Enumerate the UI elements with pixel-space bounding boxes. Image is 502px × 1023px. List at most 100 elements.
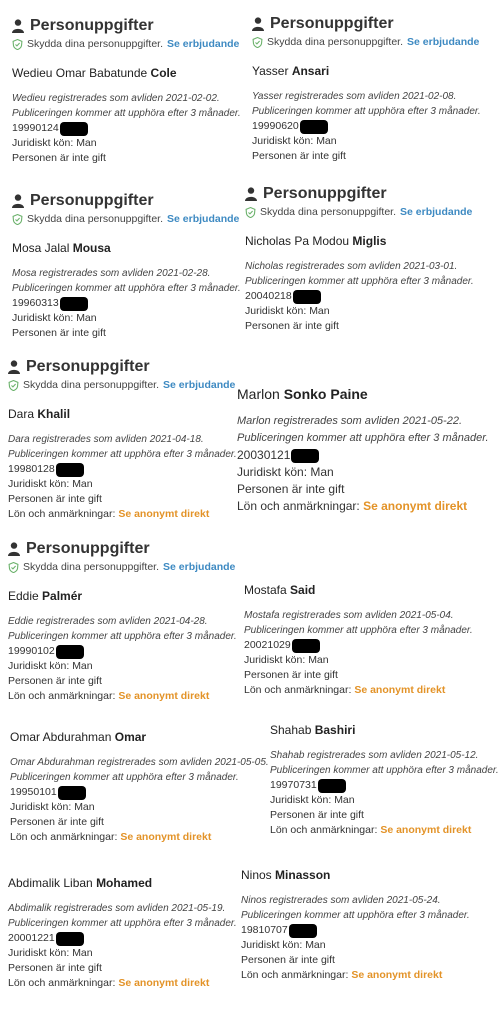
salary-link[interactable]: Se anonymt direkt: [118, 690, 209, 702]
first-names: Omar Abdurahman: [10, 730, 112, 744]
first-names: Mosa Jalal: [12, 241, 70, 255]
section-header: Personuppgifter: [252, 16, 481, 32]
person-card: Personuppgifter Skydda dina personuppgif…: [245, 186, 474, 334]
redaction-block: [55, 644, 84, 659]
publishing-text: Publiceringen kommer att upphöra efter 3…: [8, 449, 237, 460]
salary-label: Lön och anmärkningar:: [270, 824, 378, 836]
person-name: Shahab Bashiri: [270, 723, 499, 738]
deceased-text: Yasser registrerades som avliden 2021-02…: [252, 91, 457, 102]
section-header: Personuppgifter: [245, 186, 474, 202]
marital-status: Personen är inte gift: [12, 152, 106, 164]
first-names: Wedieu Omar Babatunde: [12, 66, 148, 80]
personal-number: 20001221: [8, 931, 237, 946]
deceased-text: Ninos registrerades som avliden 2021-05-…: [241, 895, 441, 906]
person-name: Yasser Ansari: [252, 64, 481, 79]
salary-link[interactable]: Se anonymt direkt: [363, 499, 467, 513]
personal-number-date: 20040218: [245, 290, 292, 302]
redaction-block: [299, 119, 328, 134]
personal-number-date: 19960313: [12, 297, 59, 309]
shield-icon: [12, 214, 23, 225]
publishing-text: Publiceringen kommer att upphöra efter 3…: [237, 432, 489, 444]
offer-link[interactable]: Se erbjudande: [163, 560, 235, 575]
person-name: Omar Abdurahman Omar: [10, 730, 269, 745]
section-header: Personuppgifter: [12, 192, 241, 209]
person-card: Personuppgifter Skydda dina personuppgif…: [8, 541, 237, 704]
person-name: Marlon Sonko Paine: [237, 386, 489, 403]
publishing-text: Publiceringen kommer att upphöra efter 3…: [12, 108, 241, 119]
redaction-block: [291, 638, 320, 653]
salary-link[interactable]: Se anonymt direkt: [351, 969, 442, 981]
personal-number-date: 19810707: [241, 924, 288, 936]
person-name: Mostafa Said: [244, 583, 473, 598]
first-names: Abdimalik Liban: [8, 876, 93, 890]
protect-text: Skydda dina personuppgifter.: [23, 379, 160, 391]
publishing-text: Publiceringen kommer att upphöra efter 3…: [245, 276, 474, 287]
section-title: Personuppgifter: [30, 192, 154, 209]
first-names: Ninos: [241, 868, 272, 882]
protect-text: Skydda dina personuppgifter.: [27, 38, 164, 50]
gender-text: Juridiskt kön: Man: [270, 794, 355, 806]
protect-text: Skydda dina personuppgifter.: [23, 561, 160, 573]
last-name: Mohamed: [96, 876, 153, 890]
person-name: Mosa Jalal Mousa: [12, 241, 241, 256]
personal-number-date: 20001221: [8, 932, 55, 944]
salary-link[interactable]: Se anonymt direkt: [354, 684, 445, 696]
protect-banner: Skydda dina personuppgifter. Se erbjudan…: [8, 560, 237, 575]
last-name: Ansari: [291, 64, 330, 78]
publishing-text: Publiceringen kommer att upphöra efter 3…: [10, 772, 239, 783]
deceased-text: Nicholas registrerades som avliden 2021-…: [245, 261, 458, 272]
marital-status: Personen är inte gift: [270, 809, 364, 821]
gender-text: Juridiskt kön: Man: [244, 654, 329, 666]
section-title: Personuppgifter: [26, 540, 150, 557]
person-icon: [8, 541, 20, 556]
last-name: Khalil: [37, 407, 71, 421]
redaction-block: [55, 931, 84, 946]
redaction-block: [59, 121, 88, 136]
shield-icon: [245, 207, 256, 218]
marital-status: Personen är inte gift: [8, 675, 102, 687]
personal-number: 19990124: [12, 121, 241, 136]
last-name: Miglis: [352, 234, 387, 248]
offer-link[interactable]: Se erbjudande: [167, 37, 239, 52]
gender-text: Juridiskt kön: Man: [12, 312, 97, 324]
last-name: Mousa: [72, 241, 111, 255]
personal-number: 19990620: [252, 119, 481, 134]
personal-number: 19970731: [270, 778, 499, 793]
salary-link[interactable]: Se anonymt direkt: [118, 977, 209, 989]
salary-link[interactable]: Se anonymt direkt: [120, 831, 211, 843]
personal-number-date: 20030121: [237, 448, 291, 462]
marital-status: Personen är inte gift: [10, 816, 104, 828]
person-icon: [12, 18, 24, 33]
offer-link[interactable]: Se erbjudande: [400, 205, 472, 220]
person-name: Ninos Minasson: [241, 868, 470, 883]
personal-number: 20040218: [245, 289, 474, 304]
personal-number: 19950101: [10, 785, 269, 800]
deceased-text: Shahab registrerades som avliden 2021-05…: [270, 750, 479, 761]
section-header: Personuppgifter: [8, 540, 237, 557]
protect-banner: Skydda dina personuppgifter. Se erbjudan…: [12, 212, 241, 227]
first-names: Shahab: [270, 723, 312, 737]
gender-text: Juridiskt kön: Man: [10, 801, 95, 813]
salary-label: Lön och anmärkningar:: [237, 499, 360, 513]
offer-link[interactable]: Se erbjudande: [163, 378, 235, 393]
last-name: Omar: [114, 730, 147, 744]
marital-status: Personen är inte gift: [244, 669, 338, 681]
offer-link[interactable]: Se erbjudande: [167, 212, 239, 227]
person-name: Wedieu Omar Babatunde Cole: [12, 66, 241, 81]
redaction-block: [292, 289, 321, 304]
personal-number-date: 19990620: [252, 120, 299, 132]
publishing-text: Publiceringen kommer att upphöra efter 3…: [8, 631, 237, 642]
gender-text: Juridiskt kön: Man: [241, 939, 326, 951]
personal-number: 20030121: [237, 447, 489, 464]
section-header: Personuppgifter: [12, 18, 241, 34]
first-names: Dara: [8, 407, 35, 421]
salary-row: Lön och anmärkningar: Se anonymt direkt: [10, 830, 269, 845]
offer-link[interactable]: Se erbjudande: [407, 35, 479, 50]
publishing-text: Publiceringen kommer att upphöra efter 3…: [244, 625, 473, 636]
salary-link[interactable]: Se anonymt direkt: [380, 824, 471, 836]
person-name: Eddie Palmér: [8, 589, 237, 604]
salary-link[interactable]: Se anonymt direkt: [118, 508, 209, 520]
section-title: Personuppgifter: [26, 358, 150, 375]
person-card: Personuppgifter Skydda dina personuppgif…: [12, 18, 241, 166]
marital-status: Personen är inte gift: [241, 954, 335, 966]
